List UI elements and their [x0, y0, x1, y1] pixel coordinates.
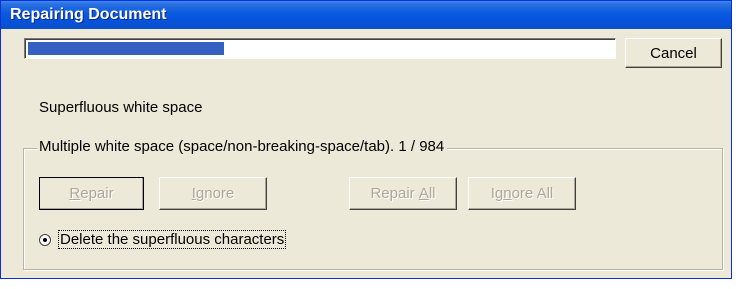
- repair-all-button-mnemonic: A: [418, 185, 429, 202]
- delete-characters-option[interactable]: Delete the superfluous characters: [39, 230, 287, 249]
- repair-all-button[interactable]: Repair All: [349, 177, 457, 210]
- repair-all-button-label-end: ll: [428, 185, 436, 202]
- repair-dialog: Repairing Document Cancel Superfluous wh…: [0, 0, 732, 279]
- title-bar[interactable]: Repairing Document: [1, 1, 731, 29]
- repair-button[interactable]: Repair: [39, 177, 144, 210]
- repair-button-mnemonic: R: [69, 185, 81, 202]
- ignore-all-button-label-start: Ig: [490, 185, 504, 202]
- issue-description: Multiple white space (space/non-breaking…: [37, 138, 448, 155]
- repair-button-label: epair: [80, 185, 114, 202]
- ignore-all-button[interactable]: Ig n ore All: [468, 177, 576, 210]
- dialog-title: Repairing Document: [10, 6, 167, 23]
- issue-type-label: Superfluous white space: [39, 99, 203, 116]
- ignore-all-button-label-end: ore All: [511, 185, 554, 202]
- ignore-button-label: gnore: [195, 185, 235, 202]
- delete-characters-label: Delete the superfluous characters: [58, 230, 287, 249]
- repair-all-button-label-start: Repair: [370, 185, 419, 202]
- progress-bar: [24, 38, 616, 59]
- ignore-all-button-mnemonic: n: [503, 185, 512, 202]
- cancel-button-label: Cancel: [650, 44, 697, 62]
- progress-bar-fill: [28, 42, 224, 55]
- cancel-button[interactable]: Cancel: [625, 38, 722, 68]
- radio-button-selected[interactable]: [39, 233, 51, 246]
- ignore-button[interactable]: Ignore: [159, 177, 267, 210]
